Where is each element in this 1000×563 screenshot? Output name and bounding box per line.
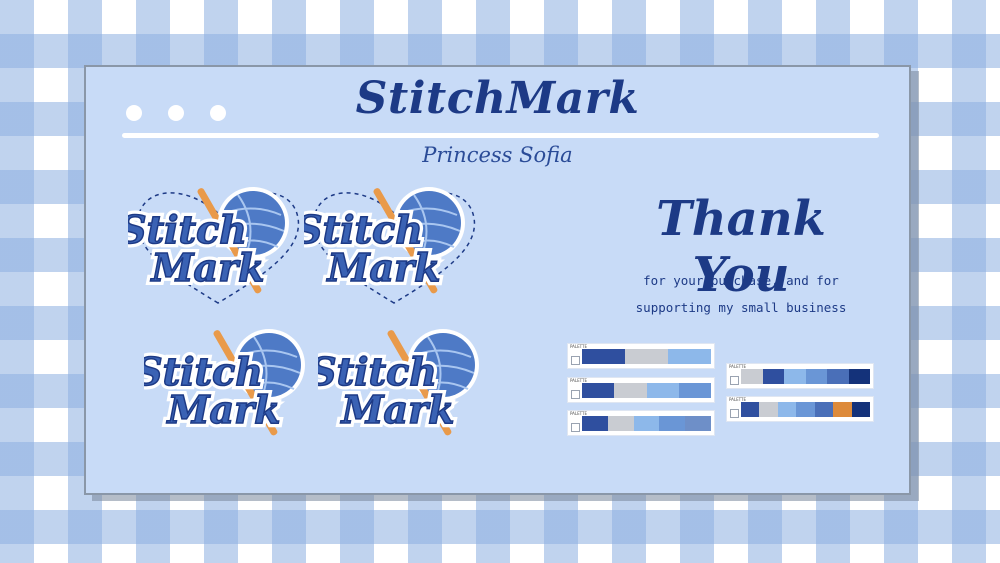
brand-subtitle: Princess Sofia: [422, 143, 573, 167]
color-swatch: [762, 369, 784, 384]
color-swatch: [777, 402, 797, 417]
color-swatch: [848, 369, 870, 384]
title-divider: [122, 133, 879, 138]
checkbox-icon: [571, 390, 580, 399]
thank-you-message: for your purchase, and for supporting my…: [626, 267, 856, 321]
palette-card: PALETTE: [568, 378, 714, 402]
color-swatch: [659, 416, 686, 431]
color-swatch: [796, 402, 815, 417]
yarn-logo-icon: Stitch Stitch Mark Mark: [144, 329, 305, 436]
checkbox-icon: [571, 423, 580, 432]
palette-swatches: [582, 383, 711, 398]
color-swatch: [741, 402, 760, 417]
sticker-text-line2: Mark: [325, 245, 440, 290]
palette-card: PALETTE: [727, 364, 873, 388]
palette-swatches: [582, 349, 711, 364]
color-swatch: [668, 349, 711, 364]
sticker-heart-2: Stitch Stitch Mark Mark: [304, 173, 484, 313]
palette-swatches: [741, 402, 870, 417]
sticker-heart-1: Stitch Stitch Mark Mark: [128, 173, 308, 313]
checkbox-icon: [571, 356, 580, 365]
color-swatch: [851, 402, 870, 417]
thank-you-line-1: for your purchase, and for: [643, 273, 839, 288]
color-swatch: [685, 416, 711, 431]
color-swatch: [805, 369, 827, 384]
color-swatch: [784, 369, 806, 384]
color-swatch: [833, 402, 852, 417]
color-swatch: [582, 416, 608, 431]
color-swatch: [614, 383, 647, 398]
color-swatch: [625, 349, 668, 364]
palette-card: PALETTE: [568, 344, 714, 368]
palette-swatches: [741, 369, 870, 384]
sticker-text-line2: Mark: [149, 245, 264, 290]
color-swatch: [814, 402, 834, 417]
checkbox-icon: [730, 376, 739, 385]
sticker-text-line2: Mark: [165, 387, 280, 432]
color-swatch: [582, 349, 625, 364]
sticker-plain-2: Stitch Stitch Mark Mark: [318, 315, 498, 455]
sticker-text-line2: Mark: [339, 387, 454, 432]
color-swatch: [759, 402, 778, 417]
palette-card: PALETTE: [568, 411, 714, 435]
yarn-logo-icon: Stitch Stitch Mark Mark: [304, 187, 476, 304]
yarn-logo-icon: Stitch Stitch Mark Mark: [128, 187, 300, 304]
color-swatch: [607, 416, 634, 431]
sticker-plain-1: Stitch Stitch Mark Mark: [144, 315, 324, 455]
color-swatch: [827, 369, 849, 384]
palette-card: PALETTE: [727, 397, 873, 421]
palette-swatches: [582, 416, 711, 431]
brand-title: StitchMark: [355, 73, 640, 124]
color-swatch: [646, 383, 679, 398]
checkbox-icon: [730, 409, 739, 418]
yarn-logo-icon: Stitch Stitch Mark Mark: [318, 329, 479, 436]
color-swatch: [741, 369, 763, 384]
color-swatch: [633, 416, 660, 431]
color-swatch: [582, 383, 615, 398]
card-window: StitchMark Princess Sofia Stitch Stitch …: [84, 65, 911, 495]
thank-you-line-2: supporting my small business: [635, 300, 847, 315]
color-swatch: [678, 383, 711, 398]
